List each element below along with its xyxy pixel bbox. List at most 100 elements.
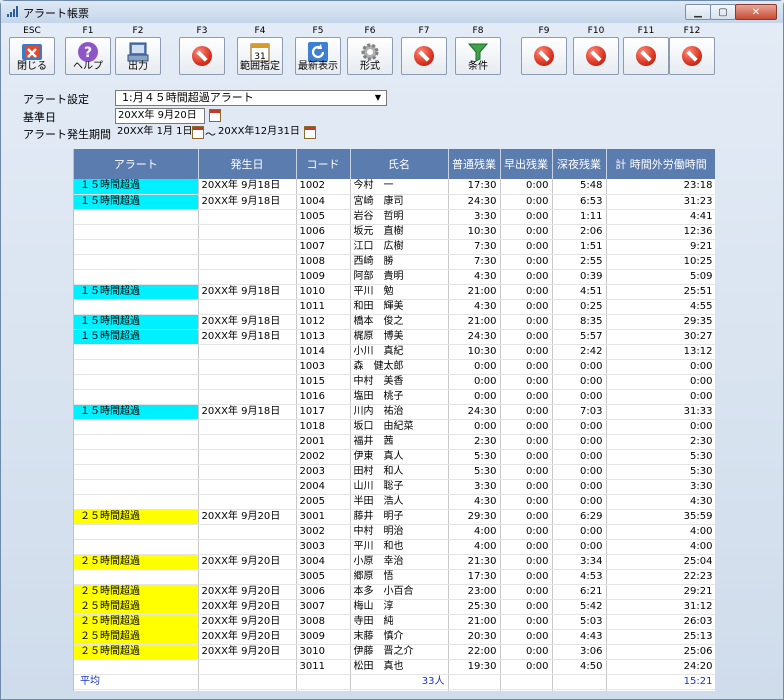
table-row[interactable]: 2005 半田 浩人 4:30 0:00 0:00 4:30 (74, 494, 715, 510)
table-row[interactable]: 2004 山川 聡子 3:30 0:00 0:00 3:30 (74, 479, 715, 495)
toolbar-button-label: 範囲指定 (240, 61, 280, 72)
column-header[interactable]: 氏名 (350, 149, 449, 179)
column-header[interactable]: 早出残業 (500, 149, 553, 179)
disabled-button-f9[interactable] (521, 37, 567, 75)
alert-setting-select[interactable]: 1:月４５時間超過アラート ▼ (115, 90, 387, 106)
column-header[interactable]: 発生日 (198, 149, 297, 179)
early-ot-cell: 0:00 (500, 299, 553, 315)
table-row[interactable]: ２５時間超過 20XX年 9月20日 3008 寺田 純 21:00 0:00 5:03 26… (74, 614, 715, 630)
table-row[interactable]: 3011 松田 真也 19:30 0:00 4:50 24:20 (74, 659, 715, 675)
early-ot-cell: 0:00 (500, 584, 553, 600)
total-ot-cell: 29:21 (606, 584, 715, 600)
disabled-button-f11[interactable] (623, 37, 669, 75)
table-row[interactable]: 1009 阿部 貴明 4:30 0:00 0:39 5:09 (74, 269, 715, 285)
table-row[interactable]: 1003 森 健太郎 0:00 0:00 0:00 0:00 (74, 359, 715, 375)
table-row[interactable]: ２５時間超過 20XX年 9月20日 3004 小原 幸治 21:30 0:00 3:34 2… (74, 554, 715, 570)
toolbar-button-f5[interactable]: 最新表示 (295, 37, 341, 75)
night-ot-cell: 8:35 (552, 314, 607, 330)
maximize-button[interactable]: ▢ (710, 4, 736, 20)
calendar-icon[interactable] (192, 126, 204, 139)
alert-cell (74, 659, 199, 675)
total-ot-cell: 25:51 (606, 284, 715, 300)
table-row[interactable]: 1011 和田 輝美 4:30 0:00 0:25 4:55 (74, 299, 715, 315)
table-row[interactable]: １５時間超過 20XX年 9月18日 1004 宮崎 康司 24:30 0:00 6:53 3… (74, 194, 715, 210)
column-header[interactable]: 普通残業 (448, 149, 501, 179)
toolbar-button-esc[interactable]: 閉じる (9, 37, 55, 75)
table-row[interactable]: 2002 伊東 真人 5:30 0:00 0:00 5:30 (74, 449, 715, 465)
table-row[interactable]: 1008 西崎 勝 7:30 0:00 2:55 10:25 (74, 254, 715, 270)
period-from-field[interactable]: 20XX年 1月 1日 (115, 125, 193, 141)
fkey-label: F2 (132, 26, 144, 36)
disabled-button-f7[interactable] (401, 37, 447, 75)
total-ot-cell: 0:00 (606, 419, 715, 435)
early-ot-cell: 0:00 (500, 554, 553, 570)
early-ot-cell: 0:00 (500, 434, 553, 450)
close-button[interactable]: ✕ (735, 4, 777, 20)
table-row[interactable]: 1005 岩谷 哲明 3:30 0:00 1:11 4:41 (74, 209, 715, 225)
table-row[interactable]: 2001 福井 茜 2:30 0:00 0:00 2:30 (74, 434, 715, 450)
table-row[interactable]: 1015 中村 美香 0:00 0:00 0:00 0:00 (74, 374, 715, 390)
toolbar-button-f6[interactable]: 形式 (347, 37, 393, 75)
title-bar[interactable]: アラート帳票 ▁ ▢ ✕ (1, 1, 783, 23)
table-row[interactable]: 3002 中村 明治 4:00 0:00 0:00 4:00 (74, 524, 715, 540)
normal-ot-cell: 7:30 (448, 254, 501, 270)
table-row[interactable]: １５時間超過 20XX年 9月18日 1013 梶原 博美 24:30 0:00 5:57 3… (74, 329, 715, 345)
total-ot-cell: 29:35 (606, 314, 715, 330)
disabled-button-f3[interactable] (179, 37, 225, 75)
toolbar-button-f8[interactable]: 条件 (455, 37, 501, 75)
base-date-field[interactable]: 20XX年 9月20日 (115, 108, 205, 124)
code-cell: 3005 (296, 569, 351, 585)
table-row[interactable]: ２５時間超過 20XX年 9月20日 3006 本多 小百合 23:00 0:00 6:21… (74, 584, 715, 600)
table-row[interactable]: 1018 坂口 由紀菜 0:00 0:00 0:00 0:00 (74, 419, 715, 435)
table-row[interactable]: ２５時間超過 20XX年 9月20日 3009 末藤 慎介 20:30 0:00 4:43 2… (74, 629, 715, 645)
night-ot-cell: 4:51 (552, 284, 607, 300)
table-header: アラート 発生日 コード 氏名 普通残業 早出残業 深夜残業計 時間外労働時間 (74, 149, 715, 179)
disabled-button-f10[interactable] (573, 37, 619, 75)
date-cell (198, 209, 297, 225)
table-row[interactable]: ２５時間超過 20XX年 9月20日 3001 藤井 明子 29:30 0:00 6:29 3… (74, 509, 715, 525)
night-ot-cell: 1:11 (552, 209, 607, 225)
date-cell (198, 569, 297, 585)
table-row[interactable]: １５時間超過 20XX年 9月18日 1017 川内 祐治 24:30 0:00 7:03 3… (74, 404, 715, 420)
period-to-field[interactable]: 20XX年12月31日 (216, 125, 302, 141)
column-header[interactable]: 計 時間外労働時間 (606, 149, 715, 179)
table-row[interactable]: １５時間超過 20XX年 9月18日 1010 平川 勉 21:00 0:00 4:51 25… (74, 284, 715, 300)
toolbar-button-f4[interactable]: 31 範囲指定 (237, 37, 283, 75)
toolbar-button-f2[interactable]: 出力 (115, 37, 161, 75)
table-row[interactable]: 3005 郷原 悟 17:30 0:00 4:53 22:23 (74, 569, 715, 585)
toolbar-f5: F5 最新表示 (293, 25, 343, 77)
table-row[interactable]: ２５時間超過 20XX年 9月20日 3010 伊藤 晋之介 22:00 0:00 3:06… (74, 644, 715, 660)
disabled-button-f12[interactable] (669, 37, 715, 75)
date-cell (198, 479, 297, 495)
column-header[interactable]: コード (296, 149, 351, 179)
table-row[interactable]: 3003 平川 和也 4:00 0:00 0:00 4:00 (74, 539, 715, 555)
chevron-down-icon[interactable]: ▼ (372, 92, 384, 104)
early-ot-cell: 0:00 (500, 449, 553, 465)
alert-cell (74, 464, 199, 480)
early-ot-cell: 0:00 (500, 539, 553, 555)
table-row[interactable]: 2003 田村 和人 5:30 0:00 0:00 5:30 (74, 464, 715, 480)
alert-cell (74, 524, 199, 540)
table-row[interactable]: 1014 小川 真紀 10:30 0:00 2:42 13:12 (74, 344, 715, 360)
name-cell: 小川 真紀 (350, 344, 449, 360)
alert-cell: ２５時間超過 (74, 599, 199, 615)
calendar-icon[interactable] (209, 109, 221, 122)
column-header[interactable]: アラート (74, 149, 199, 179)
table-row[interactable]: １５時間超過 20XX年 9月18日 1012 橋本 俊之 21:00 0:00 8:35 2… (74, 314, 715, 330)
no-entry-icon (192, 46, 212, 66)
total-ot-cell: 12:36 (606, 224, 715, 240)
date-cell: 20XX年 9月18日 (198, 314, 297, 330)
table-row[interactable]: 1016 塩田 桃子 0:00 0:00 0:00 0:00 (74, 389, 715, 405)
column-header[interactable]: 深夜残業 (552, 149, 607, 179)
minimize-button[interactable]: ▁ (685, 4, 711, 20)
calendar-icon[interactable] (304, 126, 316, 139)
date-cell (198, 434, 297, 450)
alert-cell (74, 269, 199, 285)
table-row[interactable]: １５時間超過 20XX年 9月18日 1002 今村 一 17:30 0:00 5:48 23… (74, 179, 715, 195)
table-row[interactable]: 1006 坂元 直樹 10:30 0:00 2:06 12:36 (74, 224, 715, 240)
name-cell: 寺田 純 (350, 614, 449, 630)
toolbar-button-f1[interactable]: ? ヘルプ (65, 37, 111, 75)
alert-cell (74, 224, 199, 240)
table-row[interactable]: ２５時間超過 20XX年 9月20日 3007 梅山 淳 25:30 0:00 5:42 31… (74, 599, 715, 615)
table-row[interactable]: 1007 江口 広樹 7:30 0:00 1:51 9:21 (74, 239, 715, 255)
